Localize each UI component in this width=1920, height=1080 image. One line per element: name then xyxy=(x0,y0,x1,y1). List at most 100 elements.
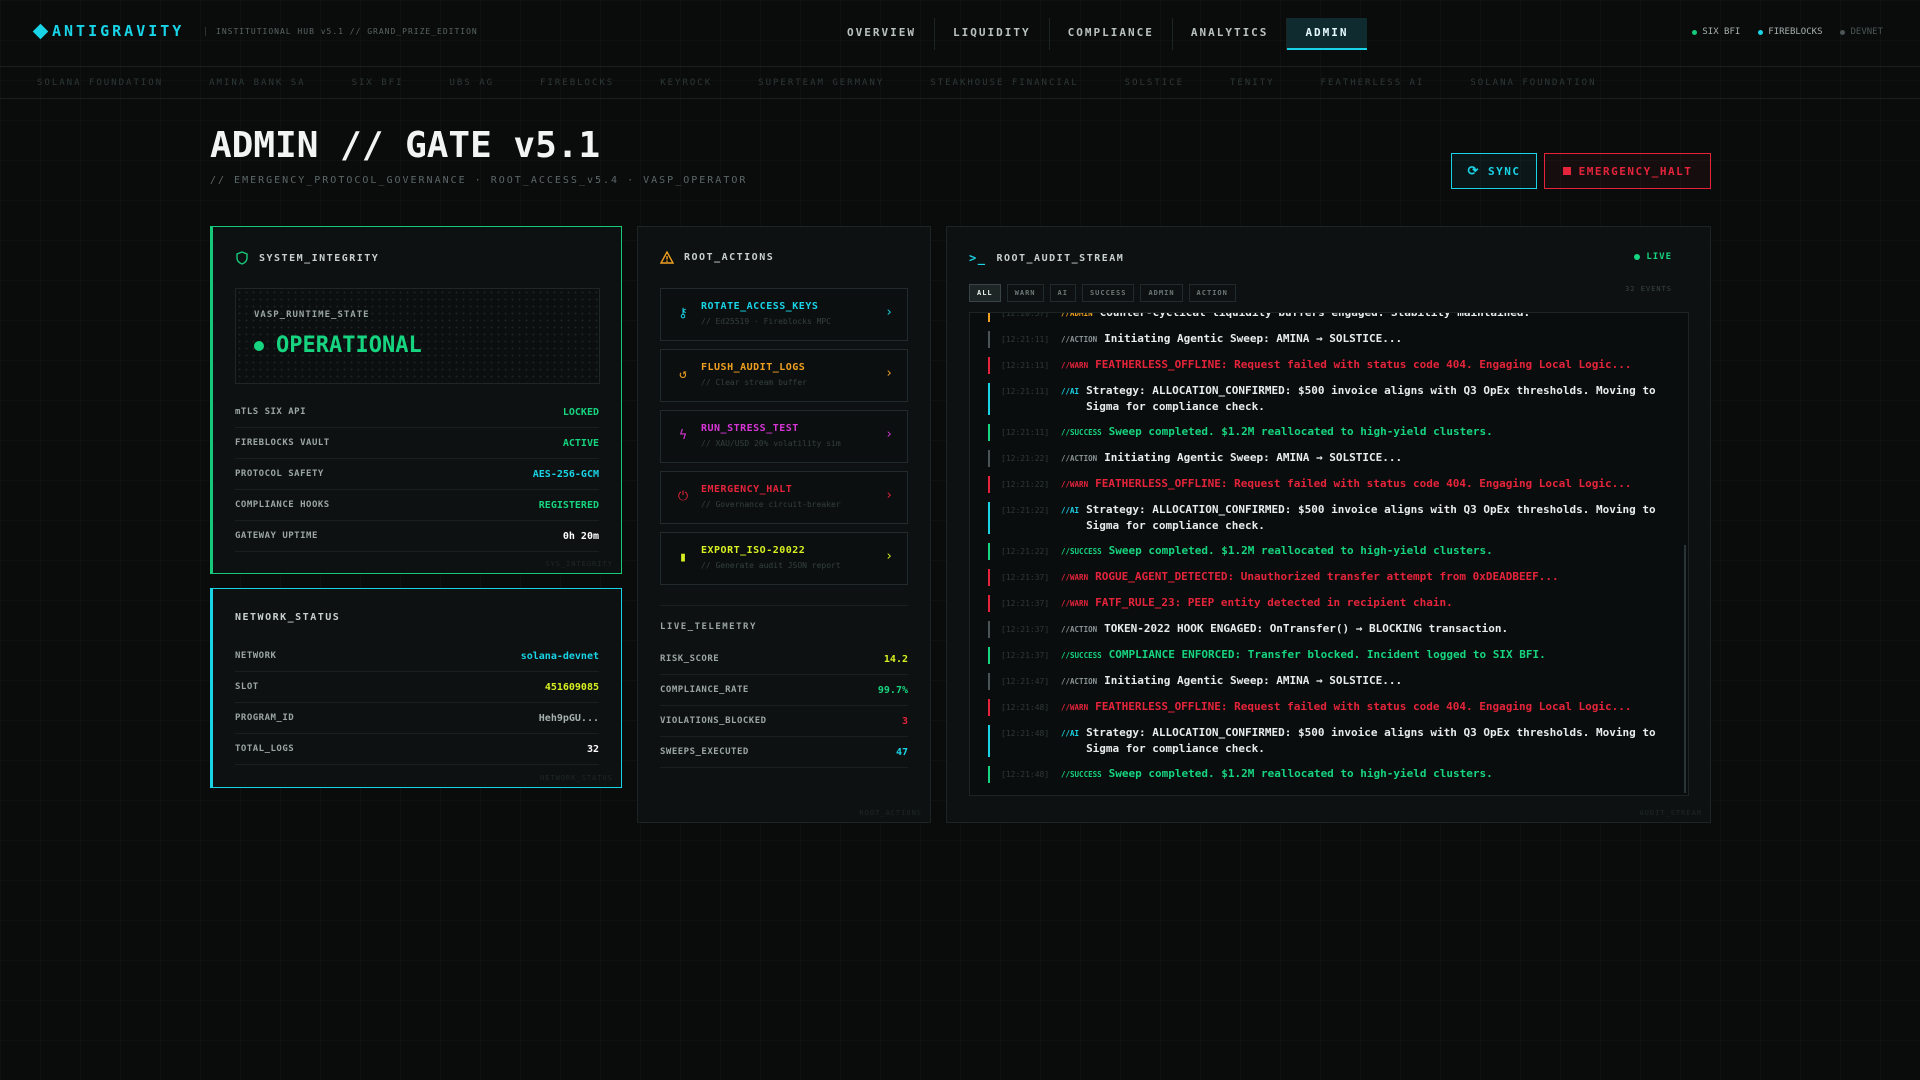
log-entry: [12:21:11] //AI Strategy: ALLOCATION_CONFI… xyxy=(988,383,1658,415)
log-entry: [12:21:11] //SUCCESS Sweep completed. $1.2… xyxy=(988,424,1658,441)
warning-icon xyxy=(660,251,674,264)
log-tag: //WARN xyxy=(1061,361,1089,370)
refresh-icon: ⟳ xyxy=(1467,163,1480,179)
log-timestamp: [12:21:48] xyxy=(1001,729,1050,738)
corner-tag: NETWORK_STATUS xyxy=(539,774,613,782)
log-entry: [12:21:37] //WARN FATF_RULE_23: PEEP entit… xyxy=(988,595,1658,612)
log-entry: [12:21:48] //SUCCESS Sweep completed. $1.2… xyxy=(988,766,1658,783)
filter-all[interactable]: ALL xyxy=(969,284,1001,302)
terminal-icon: >_ xyxy=(969,251,987,265)
live-dot-icon xyxy=(1634,254,1641,260)
log-message: Initiating Agentic Sweep: AMINA → SOLSTI… xyxy=(1104,451,1403,464)
action-title: RUN_STRESS_TEST xyxy=(701,423,799,434)
log-tag: //WARN xyxy=(1061,599,1089,608)
root-actions-title: ROOT_ACTIONS xyxy=(660,251,774,264)
log-message: FATF_RULE_23: PEEP entity detected in re… xyxy=(1095,596,1453,609)
filter-admin[interactable]: ADMIN xyxy=(1140,284,1183,302)
kv-value: 0h 20m xyxy=(562,530,599,542)
stop-icon xyxy=(1562,167,1571,175)
kv-value: 32 xyxy=(586,743,599,755)
log-timestamp: [12:21:47] xyxy=(1001,677,1050,686)
log-entry: [12:21:47] //ACTION Initiating Agentic Swe… xyxy=(988,673,1658,690)
log-timestamp: [12:21:48] xyxy=(1001,703,1050,712)
status-pills: SIX BFI FIREBLOCKS DEVNET xyxy=(1692,27,1883,37)
log-entry: [12:21:37] //WARN ROGUE_AGENT_DETECTED: Un… xyxy=(988,569,1658,586)
ticker-item: SUPERTEAM GERMANY xyxy=(758,77,885,88)
kv-key: VIOLATIONS_BLOCKED xyxy=(660,716,767,726)
action-rotate-access-keys[interactable]: ⚷ ROTATE_ACCESS_KEYS // Ed25519 · Firebloc… xyxy=(660,288,908,341)
ticker-item: UBS AG xyxy=(449,77,495,88)
partner-ticker: SOLANA FOUNDATION AMINA BANK SA SIX BFI UBS… xyxy=(0,67,1920,99)
log-entry: [12:21:37] //SUCCESS COMPLIANCE ENFORCED: … xyxy=(988,647,1658,664)
nav-tab-overview[interactable]: OVERVIEW xyxy=(829,18,935,50)
filter-success[interactable]: SUCCESS xyxy=(1081,284,1135,302)
action-export-iso-20022[interactable]: ▮ EXPORT_ISO-20022 // Generate audit JSON … xyxy=(660,532,908,585)
filter-ai[interactable]: AI xyxy=(1049,284,1076,302)
divider xyxy=(660,605,908,606)
action-run-stress-test[interactable]: ϟ RUN_STRESS_TEST // XAU/USD 20% volatilit… xyxy=(660,410,908,463)
status-pill: FIREBLOCKS xyxy=(1758,27,1822,37)
log-timestamp: [12:21:11] xyxy=(1001,387,1050,396)
network-list: NETWORK solana-devnet SLOT 451609085 PROGRAM… xyxy=(235,641,599,765)
nav-tab-compliance[interactable]: COMPLIANCE xyxy=(1050,18,1173,50)
log-tag: //ACTION xyxy=(1061,335,1098,344)
ticker-item: SOLANA FOUNDATION xyxy=(37,77,164,88)
log-entry: [12:21:11] //ACTION Initiating Agentic Swe… xyxy=(988,331,1658,348)
kv-row: mTLS SIX API LOCKED xyxy=(235,397,599,428)
telemetry-list: RISK_SCORE 14.2 COMPLIANCE_RATE 99.7% VIOLAT… xyxy=(660,644,908,768)
runtime-state-label: VASP_RUNTIME_STATE xyxy=(254,310,370,320)
log-timestamp: [12:21:22] xyxy=(1001,506,1050,515)
log-timestamp: [12:21:11] xyxy=(1001,361,1050,370)
status-dot-icon xyxy=(1692,29,1698,35)
audit-stream-title: >_ ROOT_AUDIT_STREAM xyxy=(969,251,1124,265)
live-label: LIVE xyxy=(1646,252,1672,262)
log-entry: [12:21:22] //WARN FEATHERLESS_OFFLINE: Req… xyxy=(988,476,1658,493)
filter-action[interactable]: ACTION xyxy=(1188,284,1236,302)
bar-chart-icon: ▮ xyxy=(679,550,687,565)
kv-value: ACTIVE xyxy=(562,437,599,449)
kv-value: 99.7% xyxy=(877,684,908,696)
key-icon: ⚷ xyxy=(678,306,688,321)
system-integrity-title: SYSTEM_INTEGRITY xyxy=(235,251,379,265)
runtime-state-value: OPERATIONAL xyxy=(254,333,422,358)
action-emergency-halt[interactable]: ⏻ EMERGENCY_HALT // Governance circuit-bre… xyxy=(660,471,908,524)
action-flush-audit-logs[interactable]: ↺ FLUSH_AUDIT_LOGS // Clear stream buffer › xyxy=(660,349,908,402)
log-entry: [12:21:22] //ACTION Initiating Agentic Swe… xyxy=(988,450,1658,467)
kv-row: COMPLIANCE_RATE 99.7% xyxy=(660,675,908,706)
kv-key: FIREBLOCKS VAULT xyxy=(235,438,330,448)
action-title: EXPORT_ISO-20022 xyxy=(701,545,806,556)
chevron-right-icon: › xyxy=(885,366,893,381)
diamond-icon xyxy=(32,23,49,39)
log-entry: [12:21:22] //AI Strategy: ALLOCATION_CONFI… xyxy=(988,502,1658,534)
log-tag: //AI xyxy=(1061,729,1080,738)
log-filters: ALL WARN AI SUCCESS ADMIN ACTION xyxy=(969,284,1236,302)
kv-value: 3 xyxy=(901,715,908,727)
brand-logo[interactable]: ANTIGRAVITY xyxy=(32,22,184,40)
runtime-state-box: VASP_RUNTIME_STATE OPERATIONAL xyxy=(235,288,600,384)
filter-warn[interactable]: WARN xyxy=(1006,284,1044,302)
action-title: FLUSH_AUDIT_LOGS xyxy=(701,362,806,373)
log-timestamp: [12:21:22] xyxy=(1001,454,1050,463)
nav-tab-admin[interactable]: ADMIN xyxy=(1287,18,1367,50)
emergency-halt-button[interactable]: EMERGENCY_HALT xyxy=(1544,153,1711,189)
log-entry: [12:21:37] //ACTION TOKEN-2022 HOOK ENGAGE… xyxy=(988,621,1658,638)
nav-tab-analytics[interactable]: ANALYTICS xyxy=(1173,18,1288,50)
log-timestamp: [12:21:22] xyxy=(1001,480,1050,489)
status-pill: SIX BFI xyxy=(1692,27,1740,37)
log-timestamp: [12:21:48] xyxy=(1001,770,1050,779)
zap-icon: ϟ xyxy=(679,428,687,443)
main-nav: OVERVIEW LIQUIDITY COMPLIANCE ANALYTICS ADMI… xyxy=(829,18,1367,50)
kv-value: 47 xyxy=(895,746,908,758)
kv-key: COMPLIANCE HOOKS xyxy=(235,500,330,510)
kv-key: mTLS SIX API xyxy=(235,407,307,417)
kv-row: GATEWAY UPTIME 0h 20m xyxy=(235,521,599,552)
nav-tab-liquidity[interactable]: LIQUIDITY xyxy=(935,18,1050,50)
kv-value: AES-256-GCM xyxy=(532,468,599,480)
log-scrollbar[interactable] xyxy=(1684,545,1686,793)
log-tag: //SUCCESS xyxy=(1061,547,1102,556)
kv-key: TOTAL_LOGS xyxy=(235,744,295,754)
sync-button[interactable]: ⟳ SYNC xyxy=(1451,153,1537,189)
log-message: TOKEN-2022 HOOK ENGAGED: OnTransfer() → … xyxy=(1104,622,1509,635)
log-timestamp: [12:21:37] xyxy=(1001,573,1050,582)
log-viewport[interactable]: [12:20:57] //ADMIN Counter-cyclical liquid… xyxy=(969,312,1689,796)
